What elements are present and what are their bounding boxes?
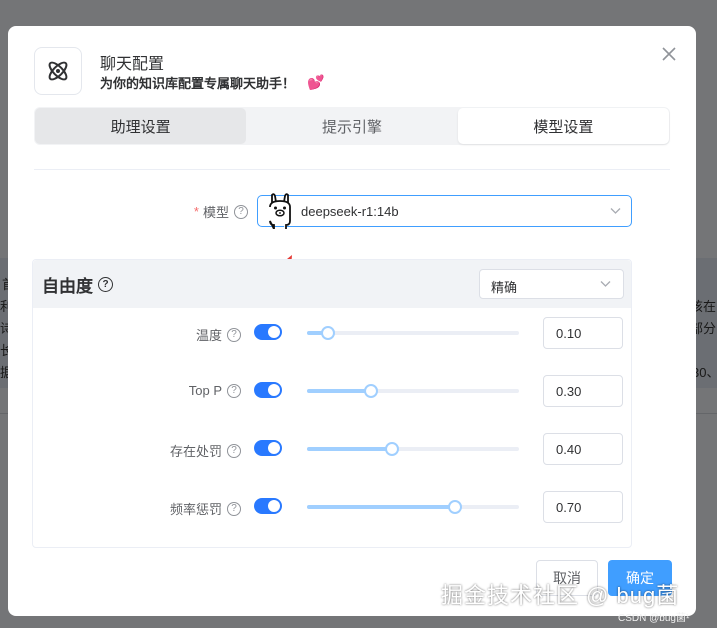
param-switch[interactable] — [254, 440, 282, 456]
freedom-title: 自由度 ? — [42, 272, 113, 297]
preset-value: 精确 — [491, 280, 518, 295]
watermark: 掘金技术社区 @ bug菌 — [441, 583, 680, 608]
param-label-text: 存在处罚 — [169, 444, 222, 459]
param-label-text: Top P — [188, 383, 222, 398]
param-row-frequency-penalty: 频率惩罚 ? 0.70 — [33, 491, 631, 523]
model-label: * 模型 ? — [158, 202, 248, 221]
param-row-temperature: 温度 ? 0.10 — [33, 317, 631, 349]
freedom-card: 自由度 ? 精确 温度 ? 0.10 Top P ? 0.30 存在处罚 ? 0… — [32, 259, 632, 548]
freedom-header: 自由度 ? 精确 — [33, 260, 631, 308]
switch-knob — [268, 500, 280, 512]
slider-fill — [307, 505, 455, 509]
param-value-input[interactable]: 0.70 — [543, 491, 623, 523]
chevron-down-icon — [610, 208, 621, 214]
slider-thumb[interactable] — [385, 442, 399, 456]
dialog-title: 聊天配置 — [100, 56, 165, 73]
help-icon[interactable]: ? — [227, 383, 241, 398]
slider-rail — [307, 331, 519, 335]
slider-thumb[interactable] — [448, 500, 462, 514]
param-slider[interactable] — [307, 384, 519, 398]
param-slider[interactable] — [307, 442, 519, 456]
watermark-small: CSDN @bug菌¹ — [618, 613, 690, 624]
slider-fill — [307, 389, 371, 393]
param-label: 存在处罚 ? — [133, 441, 241, 460]
freedom-title-text: 自由度 — [42, 277, 93, 296]
model-value: deepseek-r1:14b — [301, 204, 399, 219]
switch-knob — [268, 326, 280, 338]
help-icon[interactable]: ? — [227, 501, 241, 516]
model-label-text: 模型 — [202, 205, 229, 220]
preset-select[interactable]: 精确 — [479, 269, 624, 299]
heart-icon: 💕 — [307, 74, 325, 90]
param-slider[interactable] — [307, 500, 519, 514]
param-slider[interactable] — [307, 326, 519, 340]
param-value-input[interactable]: 0.10 — [543, 317, 623, 349]
close-button[interactable] — [659, 44, 679, 64]
close-icon — [662, 47, 676, 61]
llama-icon — [269, 193, 291, 229]
param-row-presence-penalty: 存在处罚 ? 0.40 — [33, 433, 631, 465]
tab-model-settings[interactable]: 模型设置 — [457, 108, 669, 144]
config-tabs: 助理设置 提示引擎 模型设置 — [34, 107, 670, 145]
param-value-input[interactable]: 0.30 — [543, 375, 623, 407]
param-label-text: 频率惩罚 — [169, 502, 222, 517]
header-divider — [34, 169, 670, 170]
param-label: 温度 ? — [133, 325, 241, 344]
help-icon[interactable]: ? — [98, 277, 113, 292]
help-icon[interactable]: ? — [227, 443, 241, 458]
required-mark: * — [193, 204, 199, 219]
param-switch[interactable] — [254, 324, 282, 340]
param-row-top-p: Top P ? 0.30 — [33, 375, 631, 407]
chat-config-dialog: 聊天配置 为你的知识库配置专属聊天助手！ 💕 助理设置 提示引擎 模型设置 * … — [8, 26, 696, 616]
model-form-row: * 模型 ? deepseek-r1:14b — [8, 193, 696, 229]
tab-prompt-engine[interactable]: 提示引擎 — [246, 108, 457, 144]
help-icon[interactable]: ? — [227, 327, 241, 342]
slider-fill — [307, 447, 392, 451]
param-switch[interactable] — [254, 382, 282, 398]
slider-thumb[interactable] — [321, 326, 335, 340]
dialog-logo — [34, 47, 82, 95]
param-value-input[interactable]: 0.40 — [543, 433, 623, 465]
help-icon[interactable]: ? — [234, 204, 248, 219]
switch-knob — [268, 384, 280, 396]
atom-icon — [48, 61, 68, 81]
switch-knob — [268, 442, 280, 454]
param-label-text: 温度 — [195, 328, 222, 343]
param-label: 频率惩罚 ? — [133, 499, 241, 518]
model-select[interactable]: deepseek-r1:14b — [257, 193, 632, 229]
chevron-down-icon — [600, 281, 611, 287]
dialog-subtitle: 为你的知识库配置专属聊天助手！ 💕 — [100, 73, 324, 92]
param-label: Top P ? — [133, 383, 241, 398]
slider-thumb[interactable] — [364, 384, 378, 398]
dialog-subtitle-text: 为你的知识库配置专属聊天助手！ — [100, 76, 296, 91]
param-switch[interactable] — [254, 498, 282, 514]
tab-assistant-settings[interactable]: 助理设置 — [35, 108, 247, 144]
